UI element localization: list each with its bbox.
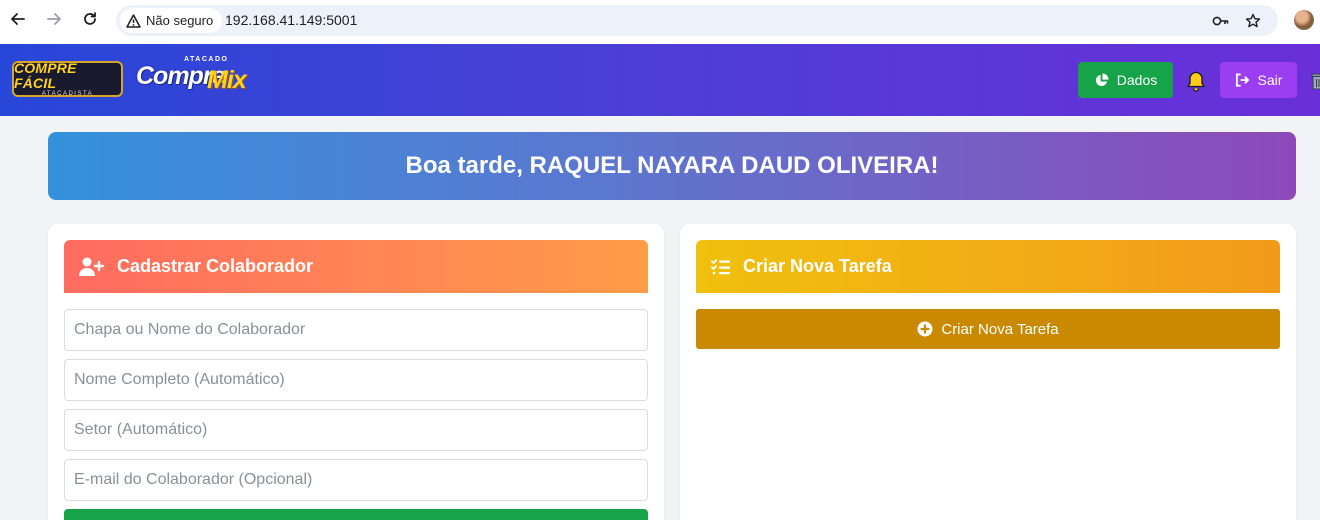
criar-tarefa-label: Criar Nova Tarefa [941, 320, 1059, 338]
criar-tarefa-button[interactable]: Criar Nova Tarefa [696, 309, 1280, 349]
cadastro-card-header: Cadastrar Colaborador [64, 240, 648, 293]
tarefa-title: Criar Nova Tarefa [743, 256, 892, 276]
greeting-text: Boa tarde, RAQUEL NAYARA DAUD OLIVEIRA! [405, 152, 939, 179]
greeting-banner: Boa tarde, RAQUEL NAYARA DAUD OLIVEIRA! [48, 132, 1296, 200]
profile-avatar[interactable] [1294, 10, 1314, 30]
user-plus-icon [79, 257, 105, 276]
cadastrar-submit-button[interactable] [64, 509, 648, 520]
logo1-sub-text: ATACADISTA [41, 90, 94, 97]
password-key-icon[interactable] [1212, 12, 1230, 30]
dados-label: Dados [1116, 72, 1158, 88]
reload-icon[interactable] [80, 9, 100, 29]
bell-icon[interactable] [1186, 70, 1206, 92]
app-header: COMPRE FÁCIL ATACADISTA ATACADO Compre M… [0, 44, 1320, 116]
address-bar[interactable]: Não seguro 192.168.41.149:5001 [116, 5, 1278, 36]
cadastro-title: Cadastrar Colaborador [117, 256, 314, 276]
task-list-icon [711, 258, 730, 274]
back-icon[interactable] [8, 9, 28, 29]
pie-chart-icon [1095, 72, 1109, 86]
forward-icon[interactable] [44, 9, 64, 29]
tarefa-card-header: Criar Nova Tarefa [696, 240, 1280, 293]
logo1-main-text: COMPRE FÁCIL [14, 59, 77, 91]
browser-toolbar: Não seguro 192.168.41.149:5001 [0, 0, 1320, 44]
sair-label: Sair [1257, 72, 1283, 88]
tarefa-card: Criar Nova Tarefa Criar Nova Tarefa [680, 224, 1296, 520]
sair-button[interactable]: Sair [1220, 62, 1297, 98]
dados-button[interactable]: Dados [1078, 62, 1173, 98]
bookmark-star-icon[interactable] [1244, 12, 1262, 30]
compre-facil-logo: COMPRE FÁCIL ATACADISTA [12, 59, 123, 97]
plus-circle-icon [917, 321, 933, 337]
setor-input[interactable] [64, 409, 648, 451]
security-chip[interactable]: Não seguro [120, 8, 223, 33]
security-label: Não seguro [146, 13, 214, 28]
compre-mix-logo: ATACADO Compre Mix [136, 56, 258, 100]
warning-icon [126, 13, 141, 28]
chapa-input[interactable] [64, 309, 648, 351]
email-input[interactable] [64, 459, 648, 501]
trash-icon[interactable] [1310, 72, 1320, 90]
logo2-mix-text: Mix [207, 66, 247, 94]
cadastro-card: Cadastrar Colaborador [48, 224, 664, 520]
url-text[interactable]: 192.168.41.149:5001 [225, 12, 357, 28]
logout-icon [1235, 73, 1249, 87]
nome-completo-input[interactable] [64, 359, 648, 401]
